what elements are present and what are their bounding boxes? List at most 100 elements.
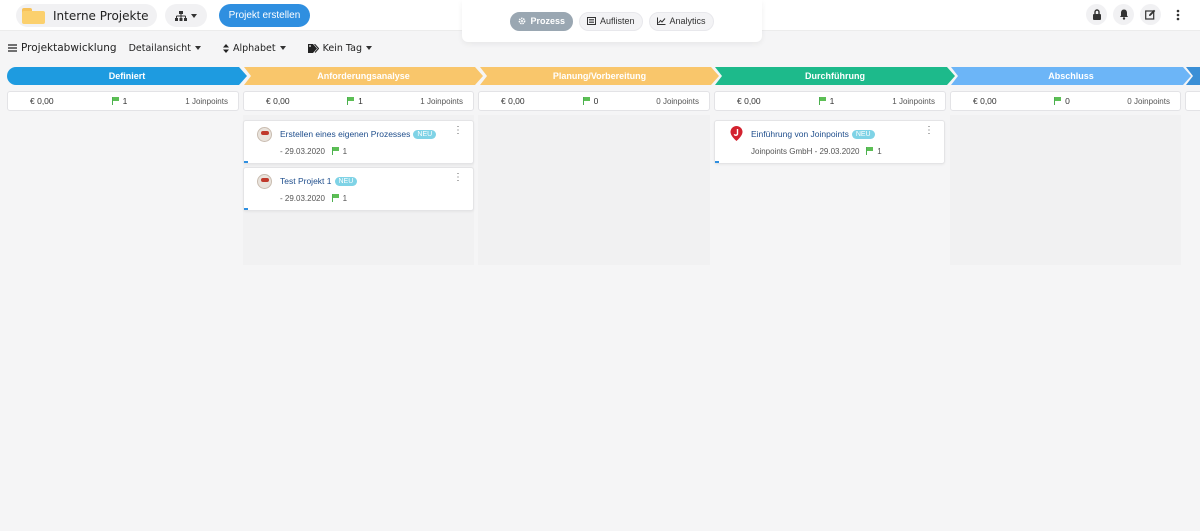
flag-count-value: 1 [829,96,835,106]
more-menu-button[interactable] [1167,4,1188,25]
flag-count-value: 0 [593,96,599,106]
card-progress [715,161,719,163]
stage-header-anforderungsanalyse[interactable]: Anforderungsanalyse [244,67,483,85]
stage-header-abschluss[interactable]: Abschluss [951,67,1191,85]
notifications-button[interactable] [1113,4,1134,25]
process-selector[interactable]: Projektabwicklung [8,42,117,54]
tag-icon [307,43,319,53]
card-title[interactable]: Test Projekt 1 NEU [280,176,358,186]
card-meta: - 29.03.2020 1 [280,147,347,156]
sitemap-icon [174,10,187,21]
card-title-text: Test Projekt 1 [280,176,332,186]
bell-icon [1119,9,1128,20]
card-menu-icon[interactable]: ⋮ [453,126,463,136]
flag-icon [1054,97,1062,105]
edit-icon [1145,9,1156,20]
flag-icon [582,97,591,105]
stage-amount: € 0,00 [501,96,525,106]
lock-icon [1092,9,1101,20]
project-card[interactable]: Test Projekt 1 NEU - 29.03.2020 1 ⋮ [243,167,474,211]
flag-icon [111,97,120,105]
card-date: - 29.03.2020 [280,194,325,203]
card-title[interactable]: Erstellen eines eigenen Prozesses NEU [280,129,437,139]
card-title-text: Erstellen eines eigenen Prozesses [280,129,411,139]
view-analytics-label: Analytics [669,16,706,26]
board-toolbar: Projektabwicklung Detailansicht Alphabet… [8,42,394,54]
card-menu-icon[interactable]: ⋮ [453,173,463,183]
line-chart-icon [656,17,666,25]
stage-joinpoints: 0 Joinpoints [1127,96,1170,106]
tag-select[interactable]: Kein Tag [307,43,372,54]
stage-flag-count: 1 [818,96,835,106]
flag-count-value: 1 [358,96,363,106]
stage-flag-count: 1 [111,96,128,106]
card-menu-icon[interactable]: ⋮ [924,126,934,136]
chevron-down-icon [365,46,372,50]
edit-button[interactable] [1140,4,1161,25]
avatar [257,127,272,142]
more-vertical-icon [1176,9,1179,20]
card-meta: - 29.03.2020 1 [280,194,347,203]
list-icon [586,17,596,25]
view-process-label: Prozess [530,16,565,26]
process-title: Projektabwicklung [21,42,117,54]
stage-header-definiert[interactable]: Definiert [7,67,247,85]
stage-amount: € 0,00 [973,96,997,106]
card-flag-count: 1 [877,147,882,156]
project-card[interactable]: Erstellen eines eigenen Prozesses NEU - 2… [243,120,474,164]
chevron-down-icon [279,46,286,50]
stage-stats-anforderungsanalyse: € 0,00 1 1 Joinpoints [243,91,474,111]
view-process-button[interactable]: Prozess [510,11,573,31]
view-mode-select[interactable]: Detailansicht [129,43,201,54]
view-mode-label: Detailansicht [128,42,191,54]
stage-name: Planung/Vorbereitung [552,71,647,81]
stage-amount: € 0,00 [30,96,54,106]
stage-amount: € 0,00 [737,96,761,106]
stage-name: Anforderungsanalyse [317,71,410,81]
sort-select[interactable]: Alphabet [222,43,286,54]
stage-header-durchfuehrung[interactable]: Durchführung [715,67,955,85]
stage-flag-count: 0 [1054,96,1070,106]
sort-icon [222,43,229,53]
gear-icon [519,17,526,25]
flag-icon [347,97,355,105]
lane-planung [478,115,710,265]
card-flag-count: 1 [342,194,348,203]
stage-name: Durchführung [805,71,865,81]
stage-amount: € 0,00 [266,96,290,106]
stage-stats-abschluss: € 0,00 0 0 Joinpoints [950,91,1181,111]
project-title: Interne Projekte [53,8,149,23]
stage-joinpoints: 1 Joinpoints [185,96,228,106]
card-meta: Joinpoints GmbH - 29.03.2020 1 [751,147,882,156]
stage-stats-planung: € 0,00 0 0 Joinpoints [478,91,710,111]
stage-header-next[interactable] [1186,67,1200,85]
project-card[interactable]: Einführung von Joinpoints NEU Joinpoints … [714,120,945,164]
hierarchy-button[interactable] [164,4,207,27]
flag-icon [331,194,340,202]
avatar [257,174,272,189]
flag-count-value: 0 [1065,96,1070,106]
stage-name: Abschluss [1048,71,1094,81]
lock-button[interactable] [1086,4,1107,25]
stage-header-planung[interactable]: Planung/Vorbereitung [480,67,719,85]
stage-name: Definiert [108,71,146,81]
stage-stats-next [1185,91,1200,111]
project-selector[interactable]: Interne Projekte [16,4,157,27]
chevron-down-icon [190,13,197,18]
stage-joinpoints: 0 Joinpoints [656,96,699,106]
chevron-down-icon [194,46,201,50]
create-project-button[interactable]: Projekt erstellen [218,4,311,27]
joinpoints-logo-icon [730,126,743,141]
card-title-text: Einführung von Joinpoints [751,129,849,139]
stage-stats-definiert: € 0,00 1 1 Joinpoints [7,91,239,111]
flag-icon [818,97,827,105]
flag-icon [331,147,340,155]
view-list-label: Auflisten [599,16,635,26]
view-list-button[interactable]: Auflisten [578,11,643,31]
flag-count-value: 1 [122,96,128,106]
stage-flag-count: 0 [582,96,599,106]
new-badge: NEU [334,177,358,186]
card-title[interactable]: Einführung von Joinpoints NEU [751,129,875,139]
card-date: Joinpoints GmbH - 29.03.2020 [751,147,860,156]
view-analytics-button[interactable]: Analytics [648,11,714,31]
